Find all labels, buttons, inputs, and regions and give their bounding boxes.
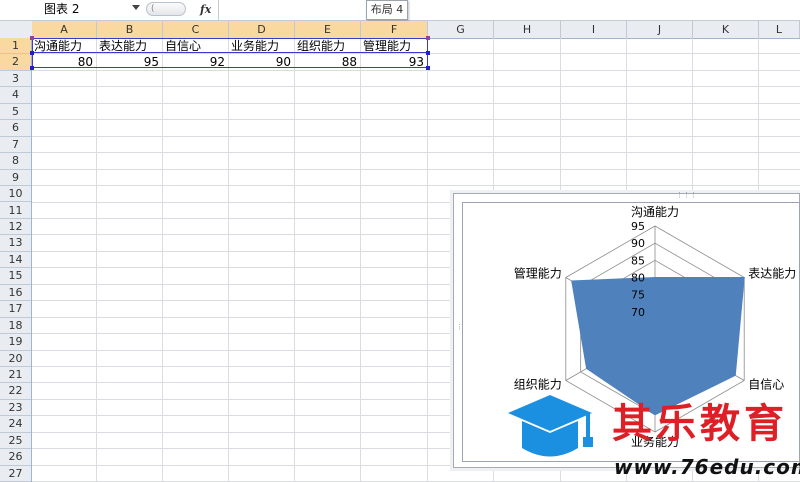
- row-header-6[interactable]: 6: [0, 120, 31, 137]
- row-header-17[interactable]: 17: [0, 301, 31, 318]
- name-box[interactable]: 图表 2: [0, 0, 140, 19]
- row-header-2[interactable]: 2: [0, 54, 31, 71]
- row-header-12[interactable]: 12: [0, 219, 31, 236]
- row-header-24[interactable]: 24: [0, 416, 31, 433]
- range-handle[interactable]: [426, 66, 430, 70]
- range-handle[interactable]: [30, 36, 34, 40]
- row-header-27[interactable]: 27: [0, 466, 31, 482]
- radar-category-label: 管理能力: [514, 266, 562, 281]
- range-handle[interactable]: [30, 51, 34, 55]
- layout-tooltip: 布局 4: [366, 0, 408, 20]
- row-header-22[interactable]: 22: [0, 383, 31, 400]
- row-header-9[interactable]: 9: [0, 170, 31, 187]
- column-header-h[interactable]: H: [494, 21, 561, 38]
- formula-bar-expand-handle[interactable]: (: [146, 2, 186, 16]
- column-header-i[interactable]: I: [561, 21, 627, 38]
- column-header-f[interactable]: F: [361, 21, 428, 38]
- range-handle[interactable]: [426, 36, 430, 40]
- row-header-7[interactable]: 7: [0, 137, 31, 154]
- column-header-l[interactable]: L: [759, 21, 800, 38]
- row-header-25[interactable]: 25: [0, 433, 31, 450]
- column-header-b[interactable]: B: [97, 21, 163, 38]
- radar-category-label: 表达能力: [748, 267, 796, 281]
- data-range-highlight: [32, 38, 428, 68]
- row-header-bar: 1 2 3 4 5 6 7 8 9 10 11 12 13 14 15 16 17 18 19 20 21 22 23 24 2…: [0, 38, 32, 482]
- row-header-19[interactable]: 19: [0, 334, 31, 351]
- column-header-k[interactable]: K: [693, 21, 759, 38]
- radar-category-label: 组织能力: [514, 378, 562, 392]
- column-header-g[interactable]: G: [428, 21, 494, 38]
- grid-row-line: [32, 102, 800, 104]
- row-header-8[interactable]: 8: [0, 153, 31, 170]
- row-header-21[interactable]: 21: [0, 367, 31, 384]
- watermark-url: www.76edu.com: [614, 455, 800, 479]
- range-handle[interactable]: [426, 51, 430, 55]
- radar-tick-label: 70: [631, 306, 645, 319]
- column-header-a[interactable]: A: [32, 21, 97, 38]
- row-header-5[interactable]: 5: [0, 104, 31, 121]
- column-header-c[interactable]: C: [163, 21, 229, 38]
- row-header-26[interactable]: 26: [0, 449, 31, 466]
- grid-row-line: [32, 119, 800, 121]
- column-header-e[interactable]: E: [295, 21, 361, 38]
- row-header-18[interactable]: 18: [0, 318, 31, 335]
- grid-row-line: [32, 152, 800, 154]
- chevron-down-icon[interactable]: [132, 5, 140, 10]
- column-header-bar: ABCDEFGHIJKL: [0, 21, 800, 39]
- radar-tick-label: 85: [631, 254, 645, 267]
- radar-tick-label: 90: [631, 237, 645, 250]
- row-header-23[interactable]: 23: [0, 400, 31, 417]
- radar-tick-label: 80: [631, 272, 645, 285]
- row-header-15[interactable]: 15: [0, 268, 31, 285]
- graduation-cap-icon: [508, 395, 593, 457]
- grid-row-line: [32, 168, 800, 170]
- formula-bar-divider: [218, 0, 219, 20]
- insert-function-icon[interactable]: fx: [200, 1, 218, 18]
- radar-tick-label: 95: [631, 220, 645, 233]
- row-header-10[interactable]: 10: [0, 186, 31, 203]
- grid-row-line: [32, 135, 800, 137]
- radar-category-label: 自信心: [748, 378, 784, 392]
- row-header-4[interactable]: 4: [0, 87, 31, 104]
- radar-category-label: 沟通能力: [631, 205, 679, 219]
- range-handle[interactable]: [30, 66, 34, 70]
- grid-row-line: [32, 86, 800, 88]
- radar-tick-label: 75: [631, 289, 645, 302]
- grid-row-line: [32, 185, 800, 187]
- watermark-title: 其乐教育: [612, 401, 788, 447]
- column-header-j[interactable]: J: [627, 21, 693, 38]
- chart-resize-handle-top[interactable]: ⋮⋮⋮: [676, 192, 697, 199]
- data-range-divider: [32, 52, 428, 53]
- column-header-d[interactable]: D: [229, 21, 295, 38]
- row-header-20[interactable]: 20: [0, 351, 31, 367]
- row-header-3[interactable]: 3: [0, 71, 31, 88]
- row-header-13[interactable]: 13: [0, 235, 31, 252]
- row-header-11[interactable]: 11: [0, 203, 31, 219]
- row-header-14[interactable]: 14: [0, 252, 31, 269]
- row-header-1[interactable]: 1: [0, 38, 31, 55]
- row-header-16[interactable]: 16: [0, 285, 31, 302]
